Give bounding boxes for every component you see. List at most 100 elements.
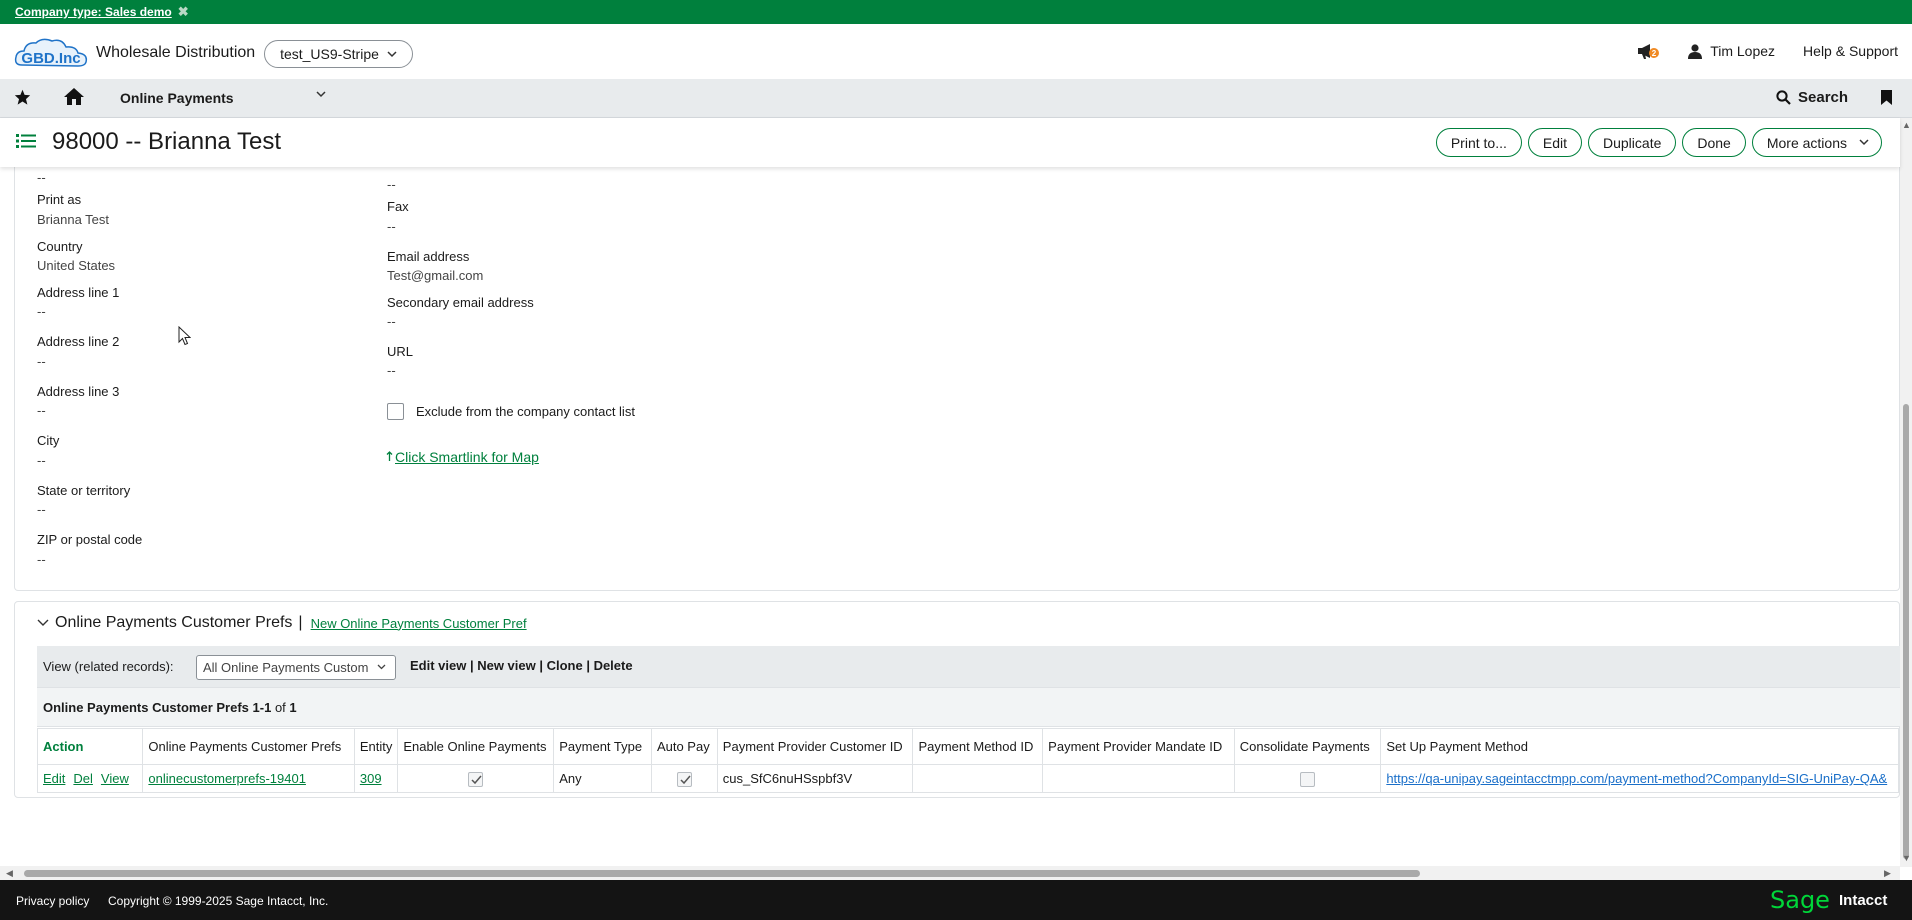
duplicate-button[interactable]: Duplicate (1588, 128, 1677, 157)
cell-mandate-id (1042, 764, 1235, 793)
country-value: United States (37, 258, 116, 273)
col-prefs[interactable]: Online Payments Customer Prefs (142, 728, 355, 765)
intacct-logo: Intacct (1839, 892, 1888, 909)
cell-prefs-id: onlinecustomerprefs-19401 (142, 764, 355, 793)
more-actions-label: More actions (1766, 134, 1847, 151)
city-label: City (37, 433, 60, 448)
scroll-up-icon[interactable]: ▲ (1902, 120, 1911, 130)
email-value: Test@gmail.com (387, 268, 484, 283)
help-support-link[interactable]: Help & Support (1803, 43, 1898, 59)
col-consolidate-payments[interactable]: Consolidate Payments (1233, 728, 1382, 765)
exclude-contact-checkbox[interactable] (387, 403, 404, 420)
announcements-button[interactable]: 2 (1636, 42, 1660, 60)
record-count: Online Payments Customer Prefs 1-1 of 1 (37, 687, 1900, 727)
company-type-banner: Company type: Sales demo ✖ (0, 0, 1912, 24)
row-actions: Edit Del View (36, 764, 144, 793)
fax-value: -- (387, 219, 396, 234)
nav-menu-title[interactable]: Online Payments (120, 90, 234, 106)
address-line-1-label: Address line 1 (37, 285, 120, 300)
secondary-email-value: -- (387, 314, 396, 329)
state-label: State or territory (37, 483, 131, 498)
col-action: Action (36, 728, 144, 765)
app-header: GBD.Inc Wholesale Distribution test_US9-… (0, 24, 1912, 79)
list-icon[interactable] (16, 133, 36, 149)
count-range: 1-1 (252, 700, 272, 715)
user-name: Tim Lopez (1710, 43, 1776, 59)
horizontal-scrollbar[interactable]: ◀ ▶ (0, 866, 1900, 880)
done-button[interactable]: Done (1682, 128, 1746, 157)
print-to-button[interactable]: Print to... (1435, 128, 1522, 157)
count-label: Online Payments Customer Prefs (43, 700, 249, 715)
address-line-3-value: -- (37, 403, 46, 418)
cell-consolidate-payments (1233, 764, 1382, 793)
cell-enable-online-payments (397, 764, 555, 793)
entity-link[interactable]: 309 (360, 771, 382, 786)
prefs-id-link[interactable]: onlinecustomerprefs-19401 (148, 771, 306, 786)
horizontal-scroll-thumb[interactable] (24, 870, 1420, 877)
setup-payment-method-link[interactable]: https://qa-unipay.sageintacctmpp.com/pay… (1386, 771, 1887, 786)
zip-value: -- (37, 552, 46, 567)
auto-pay-checkbox (676, 771, 692, 787)
col-payment-type[interactable]: Payment Type (553, 728, 652, 765)
col-provider-customer-id[interactable]: Payment Provider Customer ID (716, 728, 914, 765)
col-auto-pay[interactable]: Auto Pay (650, 728, 718, 765)
row-edit-link[interactable]: Edit (43, 771, 65, 786)
star-icon[interactable] (14, 89, 31, 105)
address-line-2-label: Address line 2 (37, 334, 120, 349)
view-operations[interactable]: Edit view | New view | Clone | Delete (410, 658, 633, 673)
row-delete-link[interactable]: Del (73, 771, 93, 786)
close-icon[interactable]: ✖ (178, 4, 189, 20)
user-menu[interactable]: Tim Lopez (1688, 43, 1775, 59)
contact-details-card: -- Print as Brianna Test Country United … (14, 167, 1900, 591)
copyright-text: Copyright © 1999-2025 Sage Intacct, Inc. (108, 894, 329, 908)
checkmark-icon (680, 775, 691, 784)
prefs-section-header: Online Payments Customer Prefs | New Onl… (37, 614, 527, 632)
scroll-down-icon[interactable]: ▼ (1902, 853, 1911, 863)
col-entity[interactable]: Entity (353, 728, 399, 765)
col-provider-mandate-id[interactable]: Payment Provider Mandate ID (1042, 728, 1235, 765)
gbd-logo[interactable]: GBD.Inc (14, 37, 88, 71)
chevron-down-icon[interactable] (37, 619, 49, 627)
search-button[interactable]: Search (1776, 89, 1848, 106)
privacy-policy-link[interactable]: Privacy policy (16, 894, 89, 908)
vertical-scroll-thumb[interactable] (1903, 404, 1909, 859)
vertical-scrollbar[interactable]: ▲ ▼ (1900, 118, 1912, 867)
home-icon[interactable] (63, 87, 85, 106)
new-prefs-link[interactable]: New Online Payments Customer Pref (311, 616, 527, 631)
col-enable-online-payments[interactable]: Enable Online Payments (397, 728, 555, 765)
prefs-separator: | (298, 614, 303, 631)
view-select[interactable]: All Online Payments Custom (196, 655, 396, 680)
edit-button[interactable]: Edit (1527, 128, 1582, 157)
print-as-label: Print as (37, 192, 82, 207)
more-actions-button[interactable]: More actions (1751, 128, 1882, 157)
state-value: -- (37, 502, 46, 517)
exclude-contact-label: Exclude from the company contact list (416, 404, 635, 419)
count-of: of (274, 700, 286, 715)
scroll-left-icon[interactable]: ◀ (6, 868, 13, 879)
cell-payment-method-id (912, 764, 1044, 793)
entity-selector[interactable]: test_US9-Stripe (264, 40, 413, 68)
smartlink-map-link[interactable]: Click Smartlink for Map (395, 449, 539, 465)
bookmark-icon[interactable] (1880, 89, 1893, 106)
view-bar: View (related records): All Online Payme… (37, 646, 1900, 687)
row-view-link[interactable]: View (101, 771, 129, 786)
chevron-down-icon (1859, 139, 1869, 146)
col-payment-method-id[interactable]: Payment Method ID (912, 728, 1044, 765)
table-header-row: Action Online Payments Customer Prefs En… (36, 728, 1899, 765)
mouse-cursor-icon (178, 326, 191, 346)
print-as-value: Brianna Test (37, 212, 110, 227)
content-area: -- Print as Brianna Test Country United … (0, 167, 1900, 867)
col-setup-payment-method[interactable]: Set Up Payment Method (1380, 728, 1899, 765)
top-right-value: -- (387, 177, 396, 192)
scroll-right-icon[interactable]: ▶ (1884, 868, 1891, 879)
company-type-link[interactable]: Company type: Sales demo (15, 5, 172, 19)
nav-bar: Online Payments Search (0, 79, 1912, 118)
address-line-3-label: Address line 3 (37, 384, 120, 399)
table-row: Edit Del View onlinecustomerprefs-19401 30… (36, 764, 1899, 793)
cell-provider-customer-id: cus_SfC6nuHSspbf3V (716, 764, 914, 793)
chevron-down-icon (387, 50, 397, 57)
app-name: Wholesale Distribution (96, 44, 256, 61)
chevron-down-icon[interactable] (316, 91, 326, 98)
sage-logo: Sage (1770, 886, 1830, 914)
url-value: -- (387, 363, 396, 378)
